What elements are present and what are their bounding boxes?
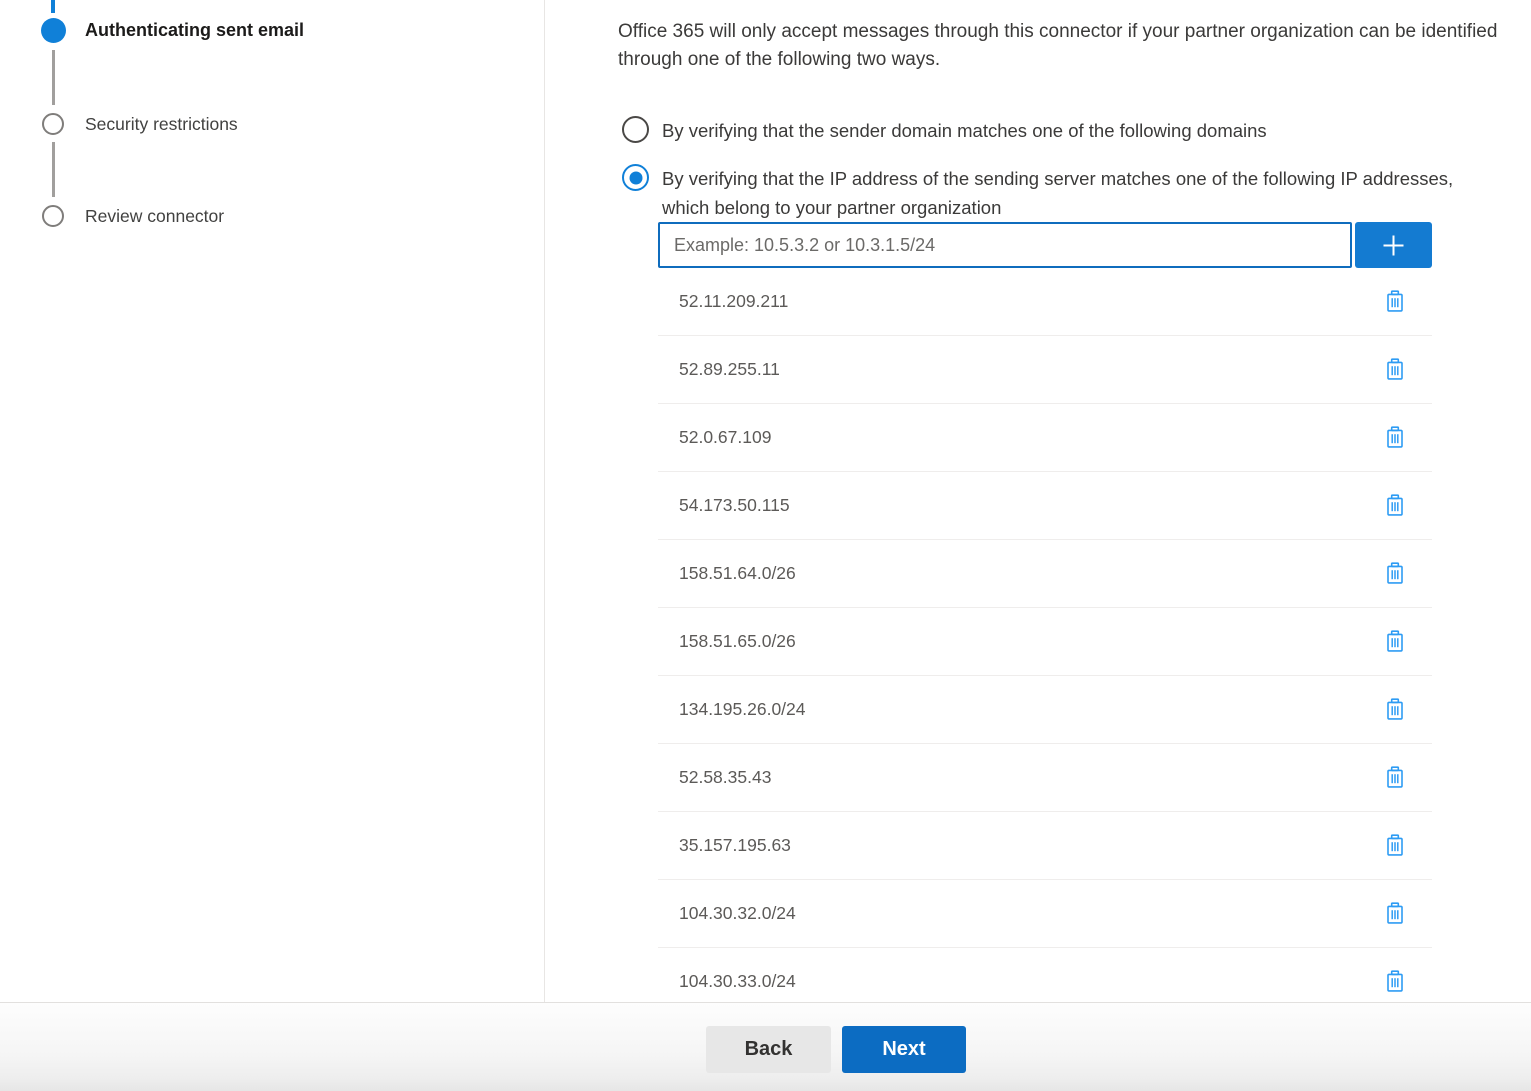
trash-icon	[1385, 766, 1405, 789]
ip-list-row: 35.157.195.63	[658, 812, 1432, 880]
delete-ip-button[interactable]	[1383, 560, 1407, 587]
stepper-connector	[52, 50, 55, 105]
stepper-connector-completed	[51, 0, 55, 13]
radio-option-label: By verifying that the IP address of the …	[662, 164, 1474, 222]
ip-list-row: 104.30.33.0/24	[658, 948, 1432, 1002]
radio-unchecked-icon[interactable]	[622, 116, 649, 143]
stepper-item-security-restrictions[interactable]: Security restrictions	[85, 114, 238, 135]
ip-address-input[interactable]	[658, 222, 1352, 268]
delete-ip-button[interactable]	[1383, 968, 1407, 995]
ip-list-row: 104.30.32.0/24	[658, 880, 1432, 948]
stepper-item-review-connector[interactable]: Review connector	[85, 206, 224, 227]
radio-checked-icon[interactable]	[622, 164, 649, 191]
stepper-connector	[52, 142, 55, 197]
trash-icon	[1385, 630, 1405, 653]
add-ip-button[interactable]	[1355, 222, 1432, 268]
trash-icon	[1385, 290, 1405, 313]
stepper-item-authenticating-sent-email[interactable]: Authenticating sent email	[85, 20, 304, 41]
ip-value: 52.0.67.109	[658, 427, 1383, 448]
radio-option-label: By verifying that the sender domain matc…	[662, 116, 1267, 145]
ip-list-row: 52.11.209.211	[658, 268, 1432, 336]
step-dot-upcoming	[42, 205, 64, 227]
trash-icon	[1385, 494, 1405, 517]
trash-icon	[1385, 698, 1405, 721]
delete-ip-button[interactable]	[1383, 492, 1407, 519]
trash-icon	[1385, 902, 1405, 925]
ip-value: 52.11.209.211	[658, 291, 1383, 312]
ip-list: 52.11.209.211 52.89.255.11	[658, 268, 1432, 1002]
connector-wizard-content: Office 365 will only accept messages thr…	[618, 0, 1531, 1002]
ip-value: 104.30.33.0/24	[658, 971, 1383, 992]
ip-list-row: 158.51.64.0/26	[658, 540, 1432, 608]
trash-icon	[1385, 562, 1405, 585]
delete-ip-button[interactable]	[1383, 900, 1407, 927]
delete-ip-button[interactable]	[1383, 288, 1407, 315]
plus-icon	[1380, 232, 1407, 259]
intro-text: Office 365 will only accept messages thr…	[618, 18, 1523, 74]
ip-value: 52.58.35.43	[658, 767, 1383, 788]
radio-option-ip-address[interactable]: By verifying that the IP address of the …	[622, 164, 1474, 222]
trash-icon	[1385, 358, 1405, 381]
ip-value: 35.157.195.63	[658, 835, 1383, 856]
delete-ip-button[interactable]	[1383, 424, 1407, 451]
radio-option-sender-domain[interactable]: By verifying that the sender domain matc…	[622, 116, 1267, 145]
wizard-footer: Back Next	[0, 1002, 1531, 1091]
step-dot-active	[41, 18, 66, 43]
ip-list-row: 134.195.26.0/24	[658, 676, 1432, 744]
ip-value: 158.51.64.0/26	[658, 563, 1383, 584]
trash-icon	[1385, 426, 1405, 449]
step-dot-upcoming	[42, 113, 64, 135]
ip-list-row: 52.89.255.11	[658, 336, 1432, 404]
ip-value: 52.89.255.11	[658, 359, 1383, 380]
delete-ip-button[interactable]	[1383, 764, 1407, 791]
delete-ip-button[interactable]	[1383, 356, 1407, 383]
trash-icon	[1385, 970, 1405, 993]
ip-list-row: 52.0.67.109	[658, 404, 1432, 472]
ip-value: 54.173.50.115	[658, 495, 1383, 516]
ip-value: 134.195.26.0/24	[658, 699, 1383, 720]
next-button[interactable]: Next	[842, 1026, 966, 1073]
back-button[interactable]: Back	[706, 1026, 831, 1073]
ip-list-row: 158.51.65.0/26	[658, 608, 1432, 676]
ip-add-row	[658, 222, 1432, 268]
delete-ip-button[interactable]	[1383, 628, 1407, 655]
ip-value: 158.51.65.0/26	[658, 631, 1383, 652]
trash-icon	[1385, 834, 1405, 857]
ip-list-row: 54.173.50.115	[658, 472, 1432, 540]
delete-ip-button[interactable]	[1383, 832, 1407, 859]
ip-value: 104.30.32.0/24	[658, 903, 1383, 924]
wizard-stepper: Authenticating sent email Security restr…	[0, 0, 545, 1002]
ip-list-row: 52.58.35.43	[658, 744, 1432, 812]
delete-ip-button[interactable]	[1383, 696, 1407, 723]
